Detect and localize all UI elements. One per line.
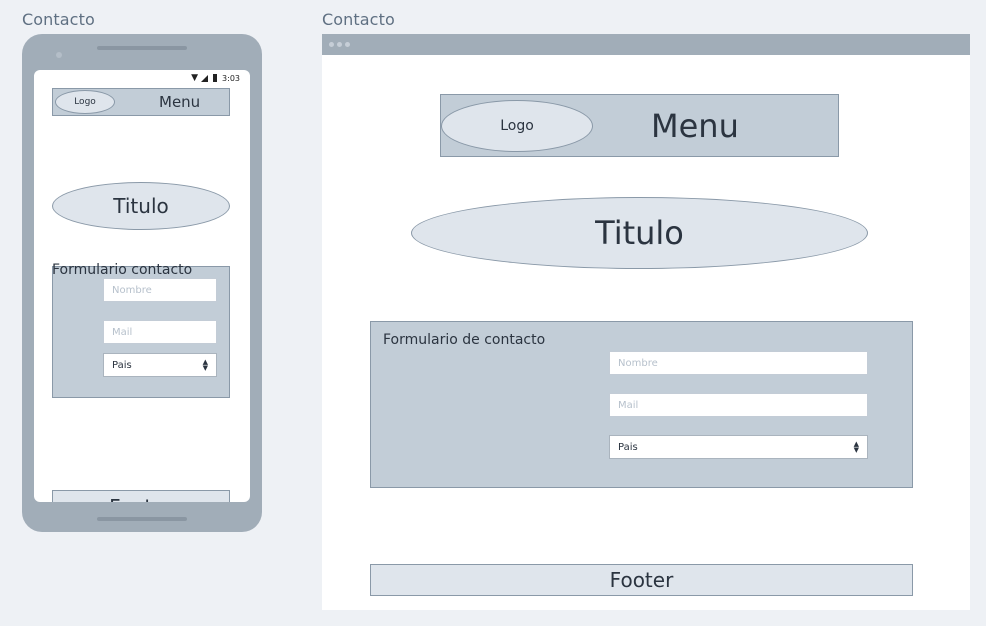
status-time: 3:03	[222, 73, 240, 83]
select-caret-icon: ▲ ▼	[853, 440, 859, 454]
desktop-contact-form: Formulario de contacto Nombre Mail Pais …	[370, 321, 913, 488]
mobile-footer: Footer	[52, 490, 230, 502]
camera-icon	[56, 52, 62, 58]
window-dot-icon	[337, 42, 342, 47]
desktop-logo[interactable]: Logo	[441, 100, 593, 152]
browser-window: Logo Menu Titulo Formulario de contacto …	[322, 34, 970, 610]
desktop-mail-field[interactable]: Mail	[609, 393, 868, 417]
desktop-page-title: Titulo	[411, 197, 868, 269]
select-caret-icon: ▲ ▼	[202, 358, 208, 372]
mobile-form-label: Formulario contacto	[52, 262, 193, 278]
browser-title-bar	[322, 34, 970, 55]
phone-screen: ▼ 3:03 Logo Menu Titulo Nombre Mail Pais…	[34, 70, 250, 502]
desktop-name-field[interactable]: Nombre	[609, 351, 868, 375]
signal-icon	[201, 74, 209, 82]
desktop-footer: Footer	[370, 564, 913, 596]
speaker-grille	[97, 46, 187, 50]
mobile-nav-bar: Logo Menu	[52, 88, 230, 116]
wifi-icon: ▼	[191, 73, 199, 83]
desktop-frame-title: Contacto	[322, 10, 395, 29]
mobile-frame-title: Contacto	[22, 10, 95, 29]
phone-device: ▼ 3:03 Logo Menu Titulo Nombre Mail Pais…	[22, 34, 262, 532]
mobile-page-title: Titulo	[52, 182, 230, 230]
window-dot-icon	[345, 42, 350, 47]
desktop-menu[interactable]: Menu	[651, 107, 739, 145]
desktop-country-select-value: Pais	[618, 441, 638, 453]
mobile-country-select[interactable]: Pais ▲ ▼	[103, 353, 217, 377]
window-dot-icon	[329, 42, 334, 47]
desktop-nav-bar: Logo Menu	[440, 94, 839, 157]
mobile-logo[interactable]: Logo	[55, 90, 115, 114]
desktop-form-label: Formulario de contacto	[383, 332, 546, 348]
home-indicator	[97, 517, 187, 521]
mobile-name-field[interactable]: Nombre	[103, 278, 217, 302]
desktop-country-select[interactable]: Pais ▲ ▼	[609, 435, 868, 459]
battery-icon	[213, 74, 218, 82]
mobile-country-select-value: Pais	[112, 359, 132, 371]
mobile-mail-field[interactable]: Mail	[103, 320, 217, 344]
status-bar: ▼ 3:03	[191, 72, 240, 84]
mobile-menu[interactable]: Menu	[159, 93, 200, 111]
mobile-contact-form: Nombre Mail Pais ▲ ▼	[52, 266, 230, 398]
